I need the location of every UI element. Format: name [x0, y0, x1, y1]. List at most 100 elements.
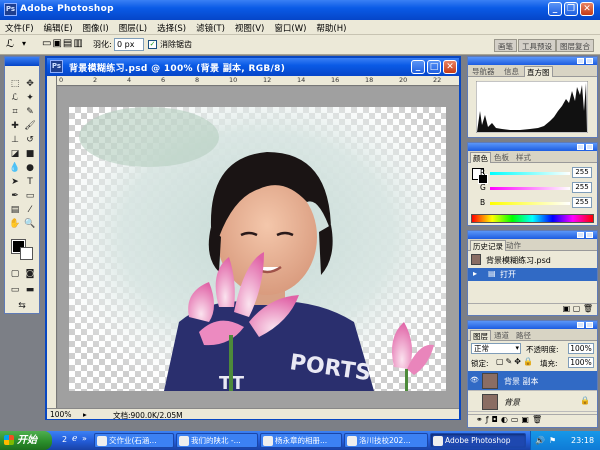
magic-wand-icon[interactable]: ✦	[24, 93, 36, 104]
type-tool-icon[interactable]: T	[24, 177, 36, 188]
color-ramp[interactable]	[471, 214, 594, 223]
doc-minimize-button[interactable]: _	[411, 60, 425, 74]
move-tool-icon[interactable]: ✥	[24, 79, 36, 90]
gradient-tool-icon[interactable]: ■	[24, 149, 36, 160]
doc-maximize-button[interactable]: □	[427, 60, 441, 74]
dodge-tool-icon[interactable]: ●	[24, 163, 36, 174]
task-button[interactable]: 洛川技校202...	[344, 433, 428, 448]
lasso-icon[interactable]: ℒ	[9, 93, 21, 104]
fullscreen-mode-icon[interactable]: ▬	[24, 285, 36, 296]
tab-actions[interactable]: 动作	[504, 240, 523, 251]
clone-stamp-icon[interactable]: ⊥	[9, 135, 21, 146]
slider-track[interactable]	[490, 202, 570, 205]
trash-icon[interactable]: 🗑	[583, 304, 593, 313]
background-color-swatch[interactable]	[20, 247, 33, 260]
doc-close-button[interactable]: ✕	[443, 60, 457, 74]
jump-to-imageready-icon[interactable]: ⇆	[16, 301, 28, 312]
tab-paths[interactable]: 路径	[514, 330, 533, 341]
standard-mode-icon[interactable]: ▢	[9, 269, 21, 280]
tool-preset-dropdown-icon[interactable]: ▾	[22, 39, 26, 48]
document-title-bar[interactable]: Ps 背景模糊练习.psd @ 100% (背景 副本, RGB/8) _ □ …	[47, 58, 459, 76]
slice-tool-icon[interactable]: ✎	[24, 107, 36, 118]
status-arrow-icon[interactable]: ▸	[83, 410, 87, 419]
panel-header[interactable]	[468, 321, 597, 329]
eye-icon[interactable]	[470, 397, 479, 406]
quicklaunch-count[interactable]: 2	[62, 435, 67, 444]
restore-button[interactable]: ❐	[564, 2, 578, 16]
menu-file[interactable]: 文件(F)	[0, 20, 39, 34]
clock[interactable]: 23:18	[571, 431, 594, 450]
canvas-area[interactable]: PORTS TT	[58, 87, 459, 409]
selection-mode-icons[interactable]: ▭▣▤▥	[42, 38, 84, 49]
menu-image[interactable]: 图像(I)	[78, 20, 114, 34]
menu-filter[interactable]: 滤镜(T)	[191, 20, 230, 34]
history-snapshot[interactable]: 背景模糊练习.psd	[468, 252, 597, 268]
tab-layers[interactable]: 图层	[470, 330, 491, 341]
tab-swatches[interactable]: 色板	[492, 152, 511, 163]
close-button[interactable]: ✕	[580, 2, 594, 16]
start-button[interactable]: 开始	[0, 431, 52, 450]
panel-header[interactable]	[468, 231, 597, 239]
network-icon[interactable]: ⚑	[549, 431, 556, 450]
menu-view[interactable]: 视图(V)	[230, 20, 269, 34]
menu-select[interactable]: 选择(S)	[152, 20, 191, 34]
brush-tool-icon[interactable]: 🖌	[24, 121, 36, 132]
folder-icon[interactable]: ▭	[511, 415, 522, 424]
red-slider[interactable]: R 255	[480, 167, 596, 181]
slider-track[interactable]	[490, 172, 570, 175]
fill-input[interactable]: 100%	[568, 357, 594, 368]
new-snapshot-icon[interactable]: ▢	[573, 304, 583, 313]
slider-track[interactable]	[490, 187, 570, 190]
ie-icon[interactable]: ℯ	[72, 434, 77, 444]
adjustment-icon[interactable]: ◐	[501, 415, 511, 424]
shape-tool-icon[interactable]: ▭	[24, 191, 36, 202]
zoom-level[interactable]: 100%	[50, 410, 71, 419]
task-button[interactable]: 杨永章的相册...	[260, 433, 342, 448]
green-value-input[interactable]: 255	[572, 182, 592, 193]
quick-mask-icon[interactable]: ◙	[24, 269, 36, 280]
blur-tool-icon[interactable]: 💧	[9, 163, 21, 174]
horizontal-ruler[interactable]: 0 2 4 6 8 10 12 14 16 18 20 22	[57, 76, 459, 86]
well-tab-brushes[interactable]: 画笔	[494, 39, 517, 52]
new-layer-icon[interactable]: ▣	[521, 415, 532, 424]
layer-row[interactable]: 👁 背景 副本	[468, 371, 597, 391]
menu-layer[interactable]: 图层(L)	[114, 20, 152, 34]
task-button[interactable]: 交作业(石涵...	[94, 433, 174, 448]
lock-icons[interactable]: ▢✎✥🔒	[496, 357, 535, 366]
document-image[interactable]: PORTS TT	[69, 107, 446, 391]
well-tab-tool-presets[interactable]: 工具预设	[518, 39, 556, 52]
red-value-input[interactable]: 255	[572, 167, 592, 178]
blue-slider[interactable]: B 255	[480, 197, 596, 211]
notes-tool-icon[interactable]: ▤	[9, 205, 21, 216]
lasso-tool-icon[interactable]: ℒ	[6, 37, 14, 50]
blend-mode-select[interactable]: 正常 ▾	[471, 343, 521, 354]
task-button-photoshop[interactable]: Adobe Photoshop	[430, 433, 526, 448]
volume-icon[interactable]: 🔊	[535, 431, 545, 450]
link-icon[interactable]: ⚭	[476, 415, 486, 424]
eyedropper-icon[interactable]: ⁄	[24, 205, 36, 216]
panel-header[interactable]	[468, 57, 597, 65]
app-title-bar[interactable]: Ps Adobe Photoshop _ ❐ ✕	[0, 0, 600, 20]
layer-row[interactable]: 背景 🔒	[468, 392, 597, 412]
tab-histogram[interactable]: 直方图	[524, 66, 553, 77]
trash-icon[interactable]: 🗑	[532, 415, 545, 424]
green-slider[interactable]: G 255	[480, 182, 596, 196]
crop-tool-icon[interactable]: ⌗	[9, 107, 21, 118]
quicklaunch-chevron-icon[interactable]: »	[82, 434, 87, 443]
tab-color[interactable]: 颜色	[470, 152, 491, 163]
path-selection-icon[interactable]: ➤	[9, 177, 21, 188]
hand-tool-icon[interactable]: ✋	[9, 219, 21, 230]
mask-icon[interactable]: ◘	[492, 415, 501, 424]
task-button[interactable]: 我们的陕北 -...	[176, 433, 258, 448]
feather-input[interactable]: 0 px	[114, 38, 144, 51]
opacity-input[interactable]: 100%	[568, 343, 594, 354]
toolbox-header[interactable]	[5, 57, 39, 66]
panel-header[interactable]	[468, 143, 597, 151]
tab-history[interactable]: 历史记录	[470, 240, 506, 251]
tab-channels[interactable]: 通道	[492, 330, 511, 341]
zoom-tool-icon[interactable]: 🔍	[24, 219, 36, 230]
history-item[interactable]: ▸ ▤ 打开	[468, 268, 597, 281]
tab-info[interactable]: 信息	[502, 66, 521, 77]
eye-icon[interactable]: 👁	[470, 376, 479, 385]
new-document-icon[interactable]: ▣	[563, 304, 573, 313]
